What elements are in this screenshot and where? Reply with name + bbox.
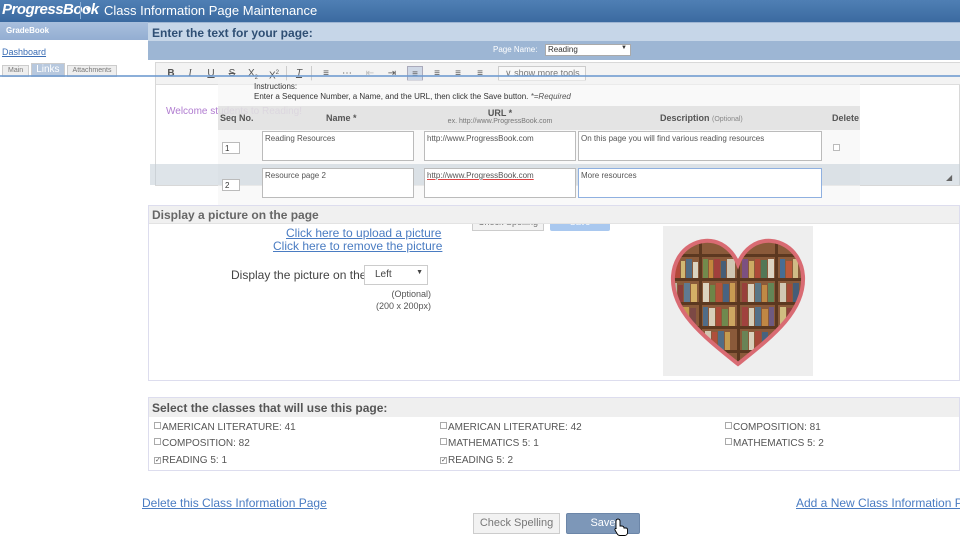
dashboard-link[interactable]: Dashboard [2,47,46,57]
page-name-label: Page Name: [493,45,538,54]
indent-icon[interactable]: ⇥ [384,66,400,81]
class-item[interactable]: COMPOSITION: 81 [725,422,821,433]
class-checkbox[interactable] [440,422,447,429]
classes-section-header: Select the classes that will use this pa… [149,398,959,417]
class-item[interactable]: AMERICAN LITERATURE: 42 [440,422,582,433]
page-name-value: Reading [548,45,578,54]
picture-position-select[interactable]: Left ▼ [364,265,428,285]
italic-icon[interactable]: I [182,66,198,81]
seq-input-2[interactable]: 2 [222,179,240,191]
remove-format-icon[interactable]: T [291,66,307,81]
resize-grip-icon[interactable]: ◢ [946,173,952,182]
page-name-select[interactable]: Reading ▼ [545,44,631,56]
class-checkbox[interactable] [440,438,447,445]
sidebar-section-gradebook: GradeBook [0,22,148,40]
save-button[interactable]: Save [566,513,640,534]
description-input-1[interactable]: On this page you will find various readi… [578,131,822,161]
classes-section: Select the classes that will use this pa… [148,397,960,471]
align-left-icon[interactable]: ≡ [407,66,423,81]
column-seq-no: Seq No. [220,113,254,123]
class-checkbox[interactable] [154,438,161,445]
underline-icon[interactable]: U [203,66,219,81]
optional-note: (Optional) [391,289,431,299]
links-instructions: Instructions: Enter a Sequence Number, a… [254,82,571,101]
editor-header: Enter the text for your page: [148,22,960,41]
heart-bookshelf-image [663,226,813,376]
add-page-link[interactable]: Add a New Class Information Page [796,496,960,510]
class-checkbox-checked[interactable]: ✓ [154,457,161,464]
display-picture-label: Display the picture on the [231,268,367,282]
description-input-2[interactable]: More resources [578,168,822,198]
check-spelling-button[interactable]: Check Spelling [473,513,560,534]
toolbar-divider [286,66,287,81]
bold-icon[interactable]: B [163,66,179,81]
name-input-2[interactable]: Resource page 2 [262,168,414,198]
name-input-1[interactable]: Reading Resources [262,131,414,161]
page-name-row: Page Name: Reading ▼ [148,41,960,60]
left-panel: GradeBook Dashboard Main Links Attachmen… [0,22,148,540]
class-item[interactable]: COMPOSITION: 82 [154,438,250,449]
subscript-icon[interactable]: X2 [245,66,261,81]
column-url: URL * ex. http://www.ProgressBook.com [447,108,553,125]
class-item[interactable]: ✓READING 5: 1 [154,455,227,466]
url-input-1[interactable]: http://www.ProgressBook.com [424,131,576,161]
column-description: Description (Optional) [660,113,743,123]
column-delete: Delete [832,113,860,123]
superscript-icon[interactable]: X2 [266,66,282,81]
chevron-down-icon: ▼ [416,269,423,276]
toolbar-divider [311,66,312,81]
delete-checkbox-1[interactable] [833,144,840,151]
hand-cursor-icon [614,518,628,536]
class-item[interactable]: ✓READING 5: 2 [440,455,513,466]
align-center-icon[interactable]: ≡ [429,66,445,81]
outdent-icon[interactable]: ⇤ [362,66,378,81]
bulleted-list-icon[interactable]: ⋯ [339,66,355,81]
class-checkbox[interactable] [154,422,161,429]
seq-input-1[interactable]: 1 [222,142,240,154]
remove-picture-link[interactable]: Click here to remove the picture [273,239,442,253]
app-menu-chevron-icon[interactable]: ▼ [80,2,96,19]
editor-guideline [0,75,960,77]
picture-section: Display a picture on the page Click here… [148,205,960,381]
show-more-tools-button[interactable]: ∨ show more tools [498,66,586,81]
class-item[interactable]: MATHEMATICS 5: 1 [440,438,539,449]
picture-section-header: Display a picture on the page [149,206,959,224]
chevron-down-icon: ▼ [621,45,627,51]
top-bar: ProgressBook ▼ Class Information Page Ma… [0,0,960,22]
align-right-icon[interactable]: ≡ [450,66,466,81]
numbered-list-icon[interactable]: ≡ [318,66,334,81]
class-item[interactable]: AMERICAN LITERATURE: 41 [154,422,296,433]
class-checkbox[interactable] [725,422,732,429]
picture-dimensions-note: (200 x 200px) [375,301,431,311]
justify-icon[interactable]: ≡ [472,66,488,81]
upload-picture-link[interactable]: Click here to upload a picture [286,226,441,240]
url-input-2[interactable]: http://www.ProgressBook.com [424,168,576,198]
page-title: Class Information Page Maintenance [104,3,318,18]
class-item[interactable]: MATHEMATICS 5: 2 [725,438,824,449]
delete-page-link[interactable]: Delete this Class Information Page [142,496,327,510]
strikethrough-icon[interactable]: S [224,66,240,81]
column-name: Name * [326,113,357,123]
class-checkbox-checked[interactable]: ✓ [440,457,447,464]
class-checkbox[interactable] [725,438,732,445]
